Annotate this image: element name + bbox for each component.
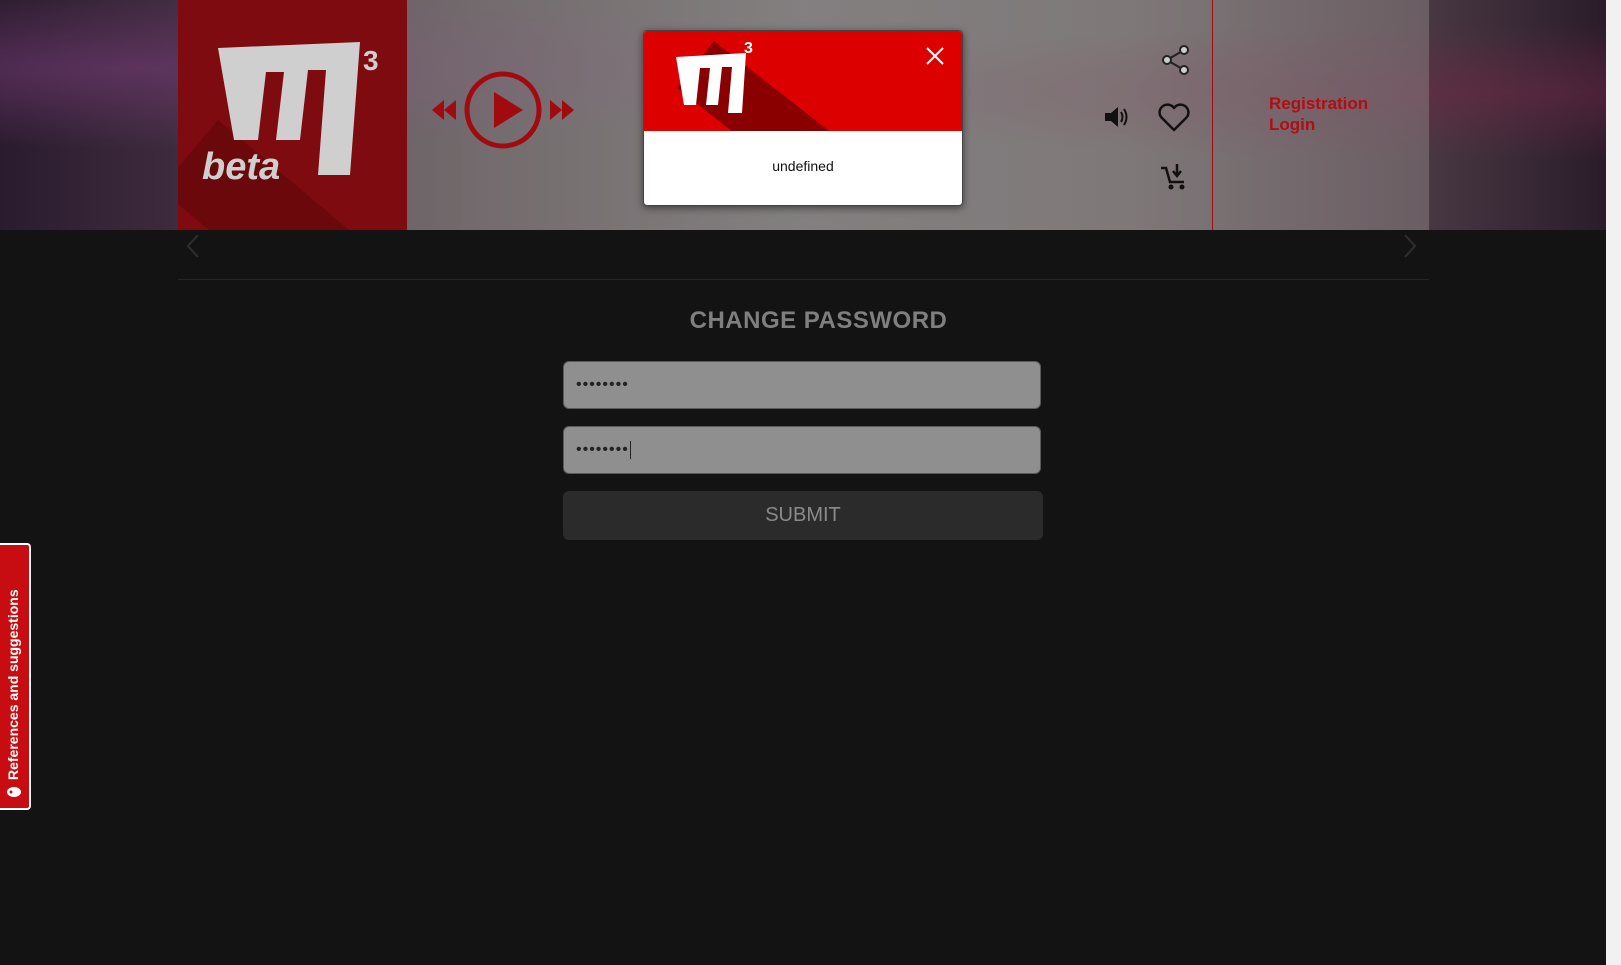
chevron-left-icon[interactable] xyxy=(186,233,200,259)
login-link[interactable]: Login xyxy=(1269,114,1368,135)
m3-logo-icon: 3 beta xyxy=(202,42,379,188)
submit-button[interactable]: SUBMIT xyxy=(563,491,1043,540)
fast-forward-icon[interactable] xyxy=(548,98,576,122)
confirm-password-field[interactable]: •••••••• xyxy=(563,426,1041,474)
close-icon[interactable] xyxy=(924,45,946,67)
svg-text:beta: beta xyxy=(202,146,280,188)
divider-line xyxy=(178,279,1429,280)
popup-message: undefined xyxy=(772,158,834,174)
heart-icon[interactable] xyxy=(1157,103,1191,133)
svg-text:3: 3 xyxy=(744,40,753,57)
rewind-icon[interactable] xyxy=(430,98,458,122)
header-divider xyxy=(1212,0,1213,230)
share-icon[interactable] xyxy=(1160,44,1192,76)
volume-icon[interactable] xyxy=(1103,104,1131,130)
registration-link[interactable]: Registration xyxy=(1269,93,1368,114)
scrollbar[interactable] xyxy=(1606,0,1621,965)
page: 3 beta Registration Login 3 undefined CH… xyxy=(0,0,1621,965)
auth-links: Registration Login xyxy=(1269,93,1368,135)
comment-icon xyxy=(7,787,21,797)
player-controls xyxy=(430,70,580,152)
chevron-right-icon[interactable] xyxy=(1403,233,1417,259)
cart-add-icon[interactable] xyxy=(1159,162,1189,192)
references-tab[interactable]: References and suggestions xyxy=(0,543,31,810)
svg-text:3: 3 xyxy=(363,45,379,76)
references-tab-label: References and suggestions xyxy=(5,589,21,780)
password-field[interactable]: •••••••• xyxy=(563,361,1041,409)
logo[interactable]: 3 beta xyxy=(178,0,407,230)
popup-header: 3 xyxy=(644,31,962,131)
text-caret xyxy=(629,441,631,459)
play-icon[interactable] xyxy=(463,70,543,150)
notification-popup: 3 undefined xyxy=(643,30,963,206)
m3-logo-icon: 3 xyxy=(676,40,753,113)
page-title: CHANGE PASSWORD xyxy=(689,307,948,334)
